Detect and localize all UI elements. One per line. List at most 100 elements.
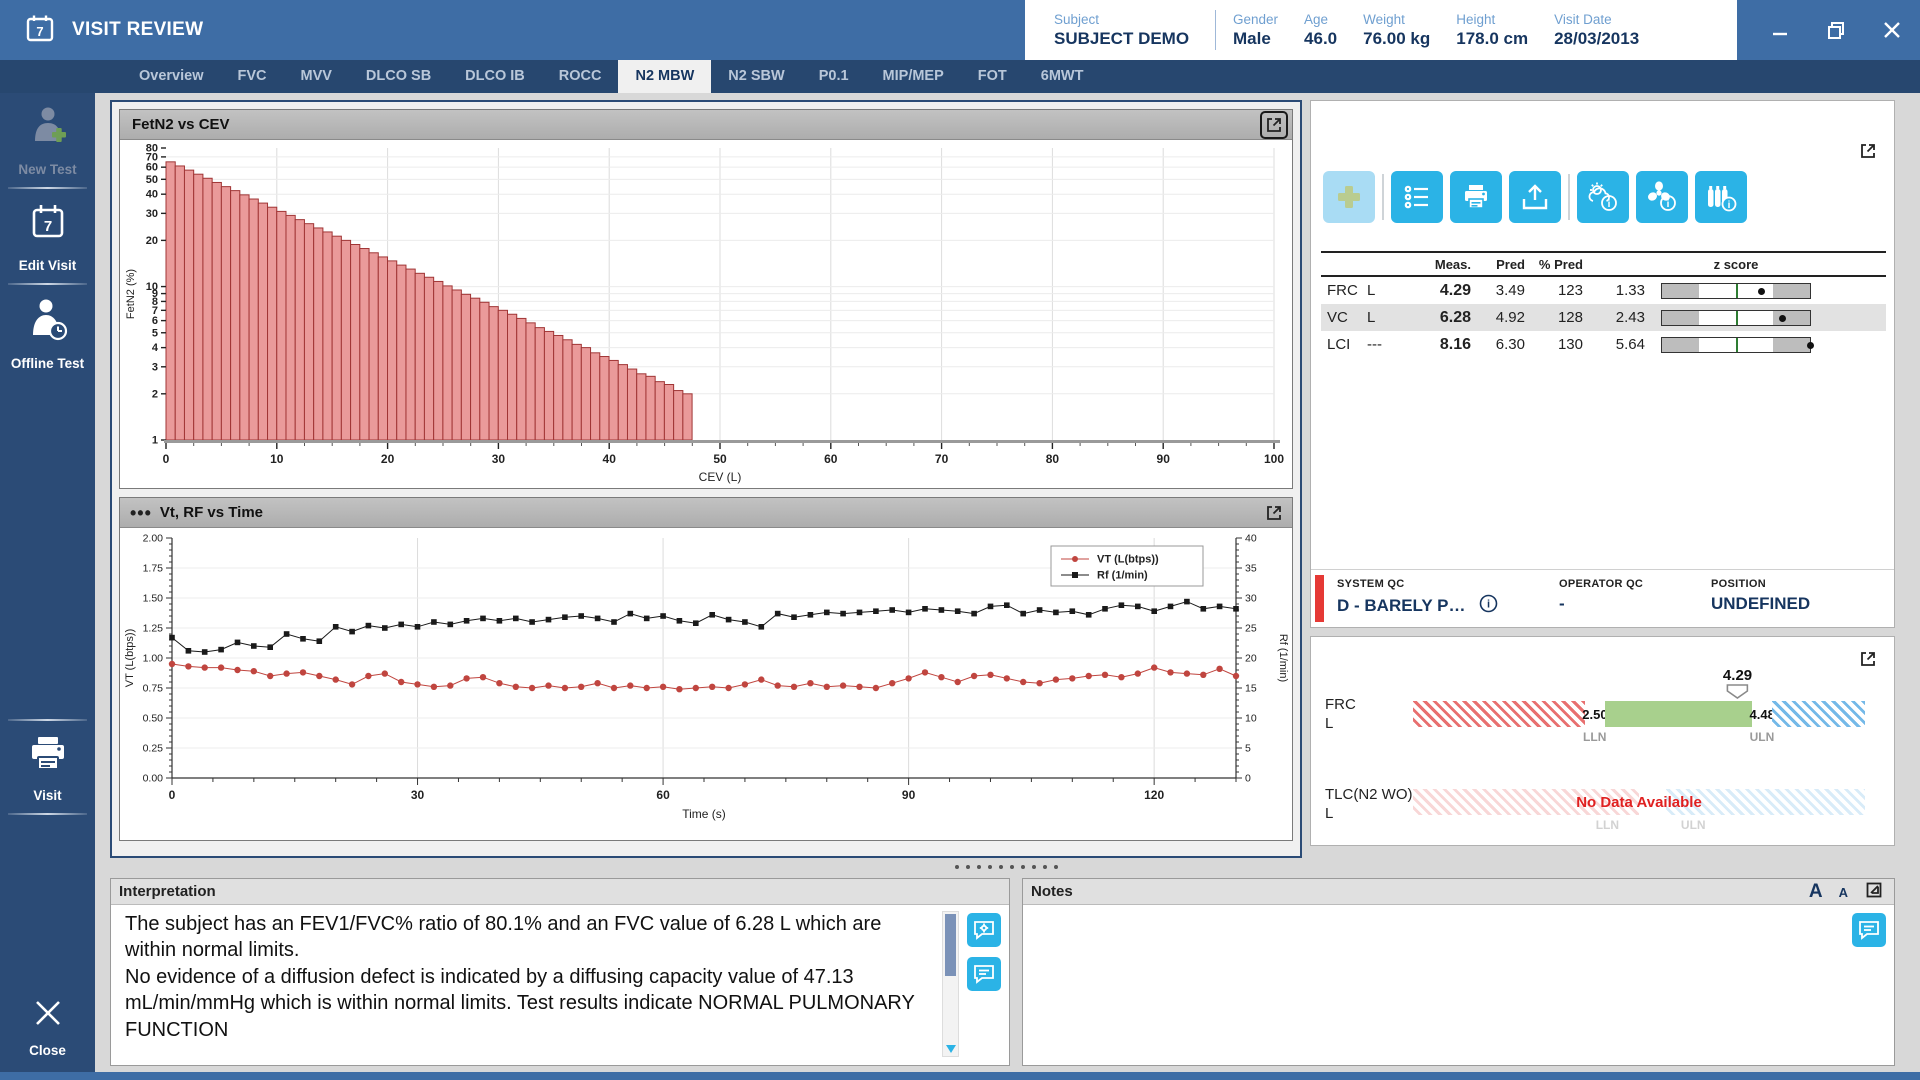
font-increase-button[interactable]: A	[1809, 881, 1823, 903]
svg-text:2.00: 2.00	[143, 533, 164, 545]
normal-range-panel: FRCL 2.50 4.48 4.29 LLN ULN TLC(N2 WO)L …	[1310, 636, 1895, 846]
panel-splitter-handle[interactable]	[955, 865, 1058, 869]
export-button[interactable]	[1509, 171, 1561, 223]
svg-text:0.25: 0.25	[143, 743, 164, 755]
expand-panel-icon[interactable]	[1856, 647, 1880, 671]
tab-mip-mep[interactable]: MIP/MEP	[866, 60, 961, 93]
svg-text:60: 60	[146, 162, 158, 174]
tab-n2-mbw[interactable]: N2 MBW	[618, 60, 711, 93]
sidebar-item-edit-visit[interactable]: 7 Edit Visit	[0, 189, 95, 283]
subject-info-panel: Subject SUBJECT DEMO Gender Male Age 46.…	[1025, 0, 1737, 60]
print-button[interactable]	[1450, 171, 1502, 223]
tab-6mwt[interactable]: 6MWT	[1024, 60, 1101, 93]
subject-field: Subject SUBJECT DEMO	[1041, 8, 1211, 52]
close-icon	[31, 996, 65, 1035]
param-name: FRC	[1321, 282, 1367, 299]
tab-p0-1[interactable]: P0.1	[802, 60, 866, 93]
tab-overview[interactable]: Overview	[122, 60, 221, 93]
sidebar-item-offline-test[interactable]: Offline Test	[0, 285, 95, 381]
tab-mvv[interactable]: MVV	[284, 60, 349, 93]
svg-text:Time (s): Time (s)	[682, 807, 726, 821]
svg-text:1.25: 1.25	[143, 623, 164, 635]
svg-text:5: 5	[152, 327, 158, 339]
results-row-vc[interactable]: VCL6.284.921282.43	[1321, 304, 1886, 331]
expand-panel-icon[interactable]	[1856, 139, 1880, 163]
svg-text:1.75: 1.75	[143, 563, 164, 575]
close-window-button[interactable]	[1864, 0, 1920, 60]
divider	[8, 813, 88, 815]
svg-text:60: 60	[824, 452, 838, 466]
position-status: POSITION UNDEFINED	[1711, 578, 1810, 614]
test-list-button[interactable]	[1391, 171, 1443, 223]
vt-rf-chart: 0.000.250.500.751.001.251.501.752.000510…	[120, 528, 1292, 838]
notes-body[interactable]	[1023, 905, 1894, 1065]
measured-value: 6.28	[1411, 309, 1477, 327]
new-test-icon	[27, 105, 69, 154]
svg-text:i: i	[1728, 200, 1731, 211]
normal-region	[1605, 701, 1752, 727]
scrollbar-thumb[interactable]	[945, 914, 956, 976]
param-name: LCI	[1321, 336, 1367, 353]
tab-n2-sbw[interactable]: N2 SBW	[711, 60, 801, 93]
results-row-lci[interactable]: LCI---8.166.301305.64	[1321, 331, 1886, 358]
z-score-value: 5.64	[1589, 336, 1651, 353]
sidebar-item-close[interactable]: Close	[0, 984, 95, 1068]
svg-text:30: 30	[492, 452, 506, 466]
test-tab-bar: OverviewFVCMVVDLCO SBDLCO IBROCCN2 MBWN2…	[0, 60, 1920, 93]
add-note-button[interactable]	[1852, 913, 1886, 947]
lln-value: 2.50	[1585, 701, 1605, 727]
svg-text:30: 30	[146, 208, 158, 220]
sidebar-item-visit-print[interactable]: Visit	[0, 721, 95, 813]
weight-field: Weight 76.00 kg	[1350, 8, 1443, 52]
chart-menu-ellipsis[interactable]: •••	[130, 508, 152, 518]
tab-dlco-ib[interactable]: DLCO IB	[448, 60, 542, 93]
scrollbar[interactable]	[942, 911, 959, 1057]
results-row-frc[interactable]: FRCL4.293.491231.33	[1321, 277, 1886, 304]
expand-chart-icon[interactable]	[1262, 113, 1286, 137]
measured-value-marker: 4.29	[1723, 667, 1752, 704]
svg-text:CEV (L): CEV (L)	[699, 470, 742, 484]
qc-info-icon[interactable]: i	[1479, 594, 1498, 618]
restore-button[interactable]	[1808, 0, 1864, 60]
font-decrease-button[interactable]: A	[1839, 885, 1848, 900]
svg-text:0: 0	[1245, 773, 1251, 785]
svg-text:120: 120	[1144, 788, 1164, 802]
percent-predicted: 123	[1531, 282, 1589, 299]
auto-interpretation-button[interactable]	[967, 913, 1001, 947]
edit-interpretation-button[interactable]	[967, 957, 1001, 991]
gas-cylinders-info-button[interactable]: i	[1695, 171, 1747, 223]
charts-container: FetN2 vs CEV 8070605040302010987654321Fe…	[110, 100, 1302, 858]
svg-text:0.50: 0.50	[143, 713, 164, 725]
z-score-value: 2.43	[1589, 309, 1651, 326]
svg-text:80: 80	[1046, 452, 1060, 466]
environment-info-button[interactable]: i	[1577, 171, 1629, 223]
offline-test-icon	[27, 297, 69, 348]
tab-fot[interactable]: FOT	[961, 60, 1024, 93]
expand-chart-icon[interactable]	[1262, 501, 1286, 525]
fan-info-button[interactable]: i	[1636, 171, 1688, 223]
svg-text:70: 70	[935, 452, 949, 466]
above-uln-region	[1772, 701, 1865, 727]
popout-notes-icon[interactable]	[1864, 880, 1884, 905]
footer-strip	[0, 1072, 1920, 1080]
tab-fvc[interactable]: FVC	[221, 60, 284, 93]
svg-text:40: 40	[146, 189, 158, 201]
qc-grade-color-bar	[1315, 575, 1324, 622]
minimize-button[interactable]	[1752, 0, 1808, 60]
tab-rocc[interactable]: ROCC	[542, 60, 619, 93]
scroll-down-arrow[interactable]	[946, 1045, 956, 1053]
interpretation-text[interactable]: The subject has an FEV1/FVC% ratio of 80…	[125, 911, 929, 1043]
edit-visit-calendar-icon: 7	[27, 201, 69, 250]
fetn2-chart-svg: 8070605040302010987654321FetN2 (%)010203…	[120, 140, 1292, 486]
svg-text:40: 40	[1245, 533, 1257, 545]
measured-value: 4.29	[1411, 282, 1477, 300]
svg-text:i: i	[1608, 199, 1611, 210]
height-field: Height 178.0 cm	[1443, 8, 1541, 52]
svg-text:20: 20	[1245, 653, 1257, 665]
notes-panel: Notes A A	[1022, 878, 1895, 1066]
z-score-value: 1.33	[1589, 282, 1651, 299]
tab-dlco-sb[interactable]: DLCO SB	[349, 60, 448, 93]
predicted-value: 4.92	[1477, 309, 1531, 326]
tlc-range-bar: No Data Available LLN ULN	[1413, 789, 1865, 815]
z-score-gauge	[1661, 337, 1811, 353]
